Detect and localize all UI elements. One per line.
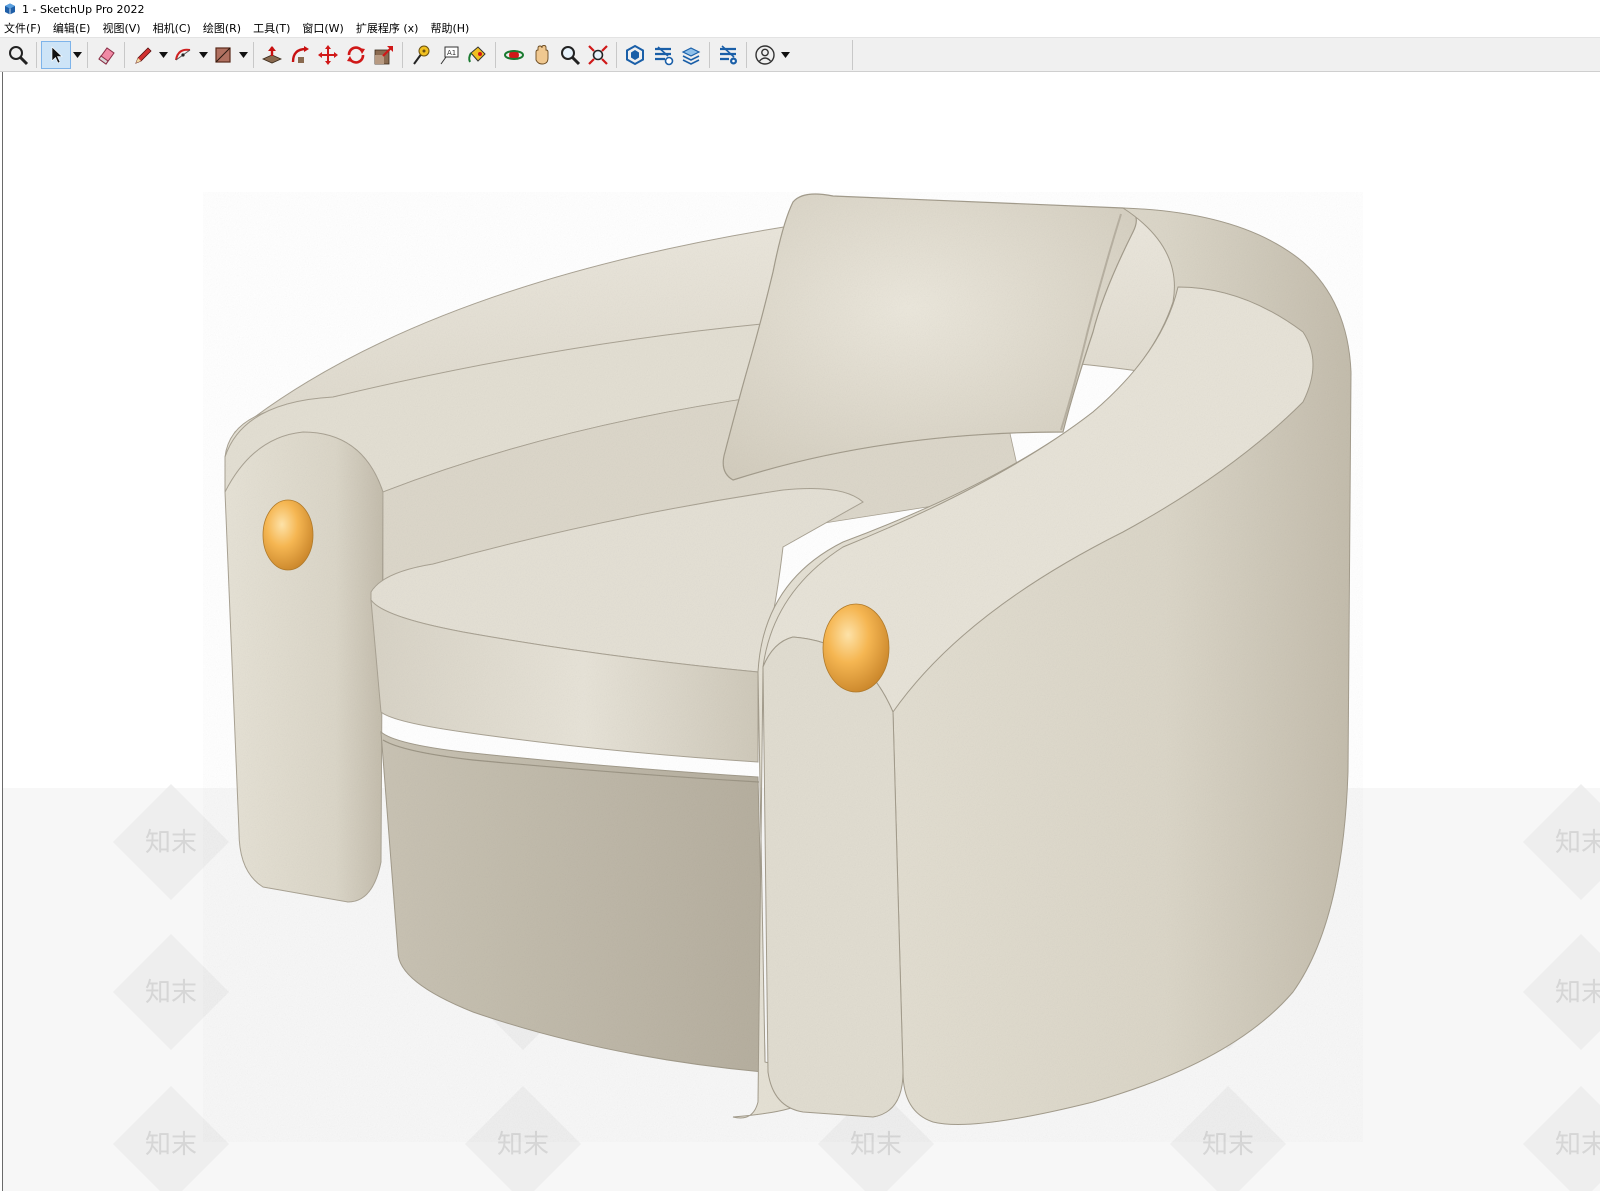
pan-hand-icon xyxy=(535,45,549,65)
zoom-icon xyxy=(561,46,581,66)
paint-bucket-icon xyxy=(468,46,486,63)
toolbar-separator xyxy=(402,42,403,68)
user-account-dropdown[interactable] xyxy=(779,41,791,69)
layout-icon xyxy=(681,47,701,65)
toolbar-separator xyxy=(709,42,710,68)
push-pull-tool-button[interactable] xyxy=(258,41,286,69)
chevron-down-icon xyxy=(72,52,82,58)
push-pull-icon xyxy=(262,46,282,64)
paint-bucket-tool-button[interactable] xyxy=(463,41,491,69)
extension-manager-button[interactable] xyxy=(714,41,742,69)
pan-tool-button[interactable] xyxy=(528,41,556,69)
toolbar-separator xyxy=(746,42,747,68)
text-icon: A1 xyxy=(440,46,459,65)
extension-warehouse-icon xyxy=(655,46,674,66)
shape-tool-button[interactable] xyxy=(209,41,237,69)
toolbar-separator xyxy=(616,42,617,68)
rotate-icon xyxy=(347,46,365,64)
toolbar-separator xyxy=(36,42,37,68)
warehouse-icon xyxy=(626,44,644,66)
modeling-viewport[interactable]: 知末知末知末知末知末知末知末知末知末知末知末知末知末知末知末 xyxy=(2,72,1600,1191)
text-tool-button[interactable]: A1 xyxy=(435,41,463,69)
zoom-window-button[interactable] xyxy=(4,41,32,69)
extension-manager-icon xyxy=(720,45,737,65)
zoom-extents-icon xyxy=(588,45,608,65)
title-bar: 1 - SketchUp Pro 2022 xyxy=(0,0,1600,18)
rectangle-shape-icon xyxy=(215,47,231,63)
arc-icon xyxy=(175,48,191,61)
line-tool-button[interactable] xyxy=(129,41,157,69)
3d-warehouse-button[interactable] xyxy=(621,41,649,69)
toolbar-separator xyxy=(124,42,125,68)
toolbar-separator xyxy=(253,42,254,68)
menu-tools[interactable]: 工具(T) xyxy=(253,20,290,36)
zoom-extents-tool-button[interactable] xyxy=(584,41,612,69)
tape-measure-icon xyxy=(413,45,430,65)
chevron-down-icon xyxy=(158,52,168,58)
move-icon xyxy=(318,45,338,65)
orbit-tool-button[interactable] xyxy=(500,41,528,69)
toolbar-separator xyxy=(87,42,88,68)
window-title: 1 - SketchUp Pro 2022 xyxy=(22,2,145,16)
arc-tool-dropdown[interactable] xyxy=(197,41,209,69)
shape-tool-dropdown[interactable] xyxy=(237,41,249,69)
chevron-down-icon xyxy=(780,52,790,58)
svg-text:A1: A1 xyxy=(447,49,456,57)
user-account-icon xyxy=(755,45,775,65)
follow-me-icon xyxy=(291,46,309,63)
main-toolbar: A1 xyxy=(0,37,1600,72)
menu-bar: 文件(F) 编辑(E) 视图(V) 相机(C) 绘图(R) 工具(T) 窗口(W… xyxy=(0,18,1600,37)
select-arrow-icon xyxy=(51,46,63,64)
menu-help[interactable]: 帮助(H) xyxy=(430,20,469,36)
follow-me-tool-button[interactable] xyxy=(286,41,314,69)
zoom-window-icon xyxy=(9,46,29,66)
right-brass-knob[interactable] xyxy=(822,603,890,693)
user-account-button[interactable] xyxy=(751,41,779,69)
scale-tool-button[interactable] xyxy=(370,41,398,69)
line-tool-dropdown[interactable] xyxy=(157,41,169,69)
menu-view[interactable]: 视图(V) xyxy=(102,20,140,36)
extension-warehouse-button[interactable] xyxy=(649,41,677,69)
left-brass-knob[interactable] xyxy=(262,499,314,571)
fabric-texture xyxy=(203,192,1363,1142)
scale-icon xyxy=(374,46,393,65)
select-tool-button[interactable] xyxy=(41,41,71,69)
rotate-tool-button[interactable] xyxy=(342,41,370,69)
sketchup-logo-icon xyxy=(5,3,15,15)
select-tool-dropdown[interactable] xyxy=(71,41,83,69)
eraser-icon xyxy=(98,47,115,65)
move-tool-button[interactable] xyxy=(314,41,342,69)
pencil-line-icon xyxy=(135,47,152,64)
zoom-tool-button[interactable] xyxy=(556,41,584,69)
layout-button[interactable] xyxy=(677,41,705,69)
menu-window[interactable]: 窗口(W) xyxy=(302,20,343,36)
menu-camera[interactable]: 相机(C) xyxy=(153,20,191,36)
toolbar-separator xyxy=(495,42,496,68)
tape-measure-tool-button[interactable] xyxy=(407,41,435,69)
armchair-model[interactable] xyxy=(3,72,1600,1191)
chevron-down-icon xyxy=(198,52,208,58)
chevron-down-icon xyxy=(238,52,248,58)
menu-draw[interactable]: 绘图(R) xyxy=(203,20,241,36)
orbit-icon xyxy=(504,50,524,60)
menu-file[interactable]: 文件(F) xyxy=(4,20,41,36)
menu-edit[interactable]: 编辑(E) xyxy=(53,20,91,36)
eraser-tool-button[interactable] xyxy=(92,41,120,69)
menu-extensions[interactable]: 扩展程序 (x) xyxy=(356,20,419,36)
arc-tool-button[interactable] xyxy=(169,41,197,69)
